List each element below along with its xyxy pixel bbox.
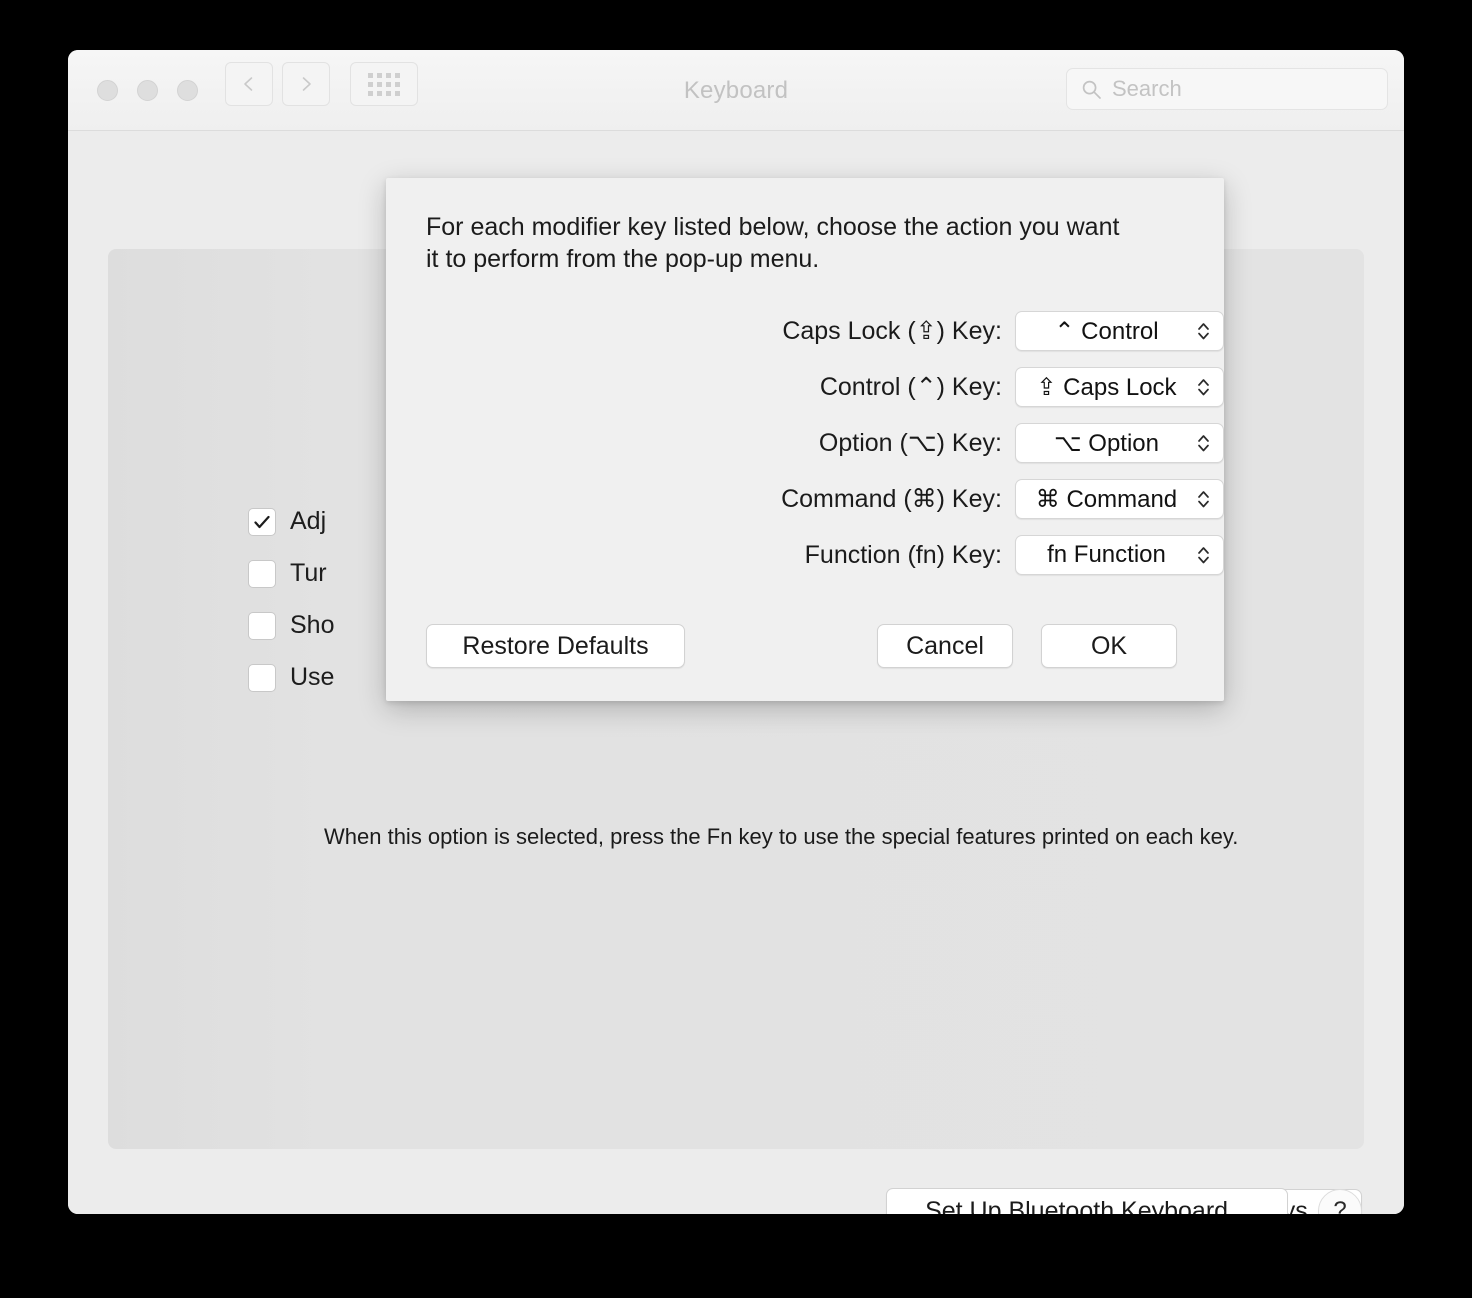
row-function-key: Function (fn) Key: fn Function xyxy=(386,527,1224,583)
dialog-description: For each modifier key listed below, choo… xyxy=(426,213,1120,273)
checkbox-label-adjust: Adj xyxy=(290,507,327,535)
search-input[interactable]: Search xyxy=(1066,68,1388,110)
checkbox-row-adjust[interactable]: Adj xyxy=(248,507,326,536)
dialog-buttons: Restore Defaults Cancel OK xyxy=(386,624,1224,668)
ok-button[interactable]: OK xyxy=(1041,624,1177,668)
checkbox-row-turn[interactable]: Tur xyxy=(248,559,327,588)
popup-option-key[interactable]: ⌥ Option xyxy=(1014,423,1224,463)
popup-value-function-key: fn Function xyxy=(1047,541,1166,568)
label-option-key: Option (⌥) Key: xyxy=(818,429,1002,457)
popup-value-option-key: ⌥ Option xyxy=(1053,429,1159,457)
label-caps-lock-key: Caps Lock (⇪) Key: xyxy=(782,317,1002,345)
checkbox-use[interactable] xyxy=(248,663,276,692)
row-command-key: Command (⌘) Key: ⌘ Command xyxy=(386,471,1224,527)
chevron-updown-icon xyxy=(1196,487,1211,511)
search-icon xyxy=(1081,79,1102,100)
checkbox-show[interactable] xyxy=(248,611,276,640)
popup-control-key[interactable]: ⇪ Caps Lock xyxy=(1014,367,1224,407)
popup-value-caps-lock-key: ⌃ Control xyxy=(1054,317,1159,345)
search-placeholder: Search xyxy=(1112,76,1182,101)
popup-caps-lock-key[interactable]: ⌃ Control xyxy=(1014,311,1224,351)
chevron-updown-icon xyxy=(1196,543,1211,567)
checkbox-turn[interactable] xyxy=(248,559,276,588)
label-control-key: Control (⌃) Key: xyxy=(819,373,1002,401)
chevron-updown-icon xyxy=(1196,431,1211,455)
restore-defaults-button[interactable]: Restore Defaults xyxy=(426,624,685,668)
checkbox-adjust[interactable] xyxy=(248,507,276,536)
cancel-button[interactable]: Cancel xyxy=(877,624,1013,668)
keyboard-preferences-window: Keyboard Search Adj Tur Sho Use When thi… xyxy=(68,50,1404,1214)
popup-command-key[interactable]: ⌘ Command xyxy=(1014,479,1224,519)
row-control-key: Control (⌃) Key: ⇪ Caps Lock xyxy=(386,359,1224,415)
row-caps-lock-key: Caps Lock (⇪) Key: ⌃ Control xyxy=(386,303,1224,359)
checkbox-label-show: Sho xyxy=(290,611,335,639)
popup-value-control-key: ⇪ Caps Lock xyxy=(1036,373,1177,401)
chevron-updown-icon xyxy=(1196,375,1211,399)
modifier-keys-dialog: For each modifier key listed below, choo… xyxy=(386,178,1224,701)
popup-function-key[interactable]: fn Function xyxy=(1014,535,1224,575)
checkbox-row-show[interactable]: Sho xyxy=(248,611,334,640)
window-titlebar: Keyboard Search xyxy=(68,50,1404,131)
checkbox-label-turn: Tur xyxy=(290,559,327,587)
fn-key-hint: When this option is selected, press the … xyxy=(324,824,1239,849)
label-command-key: Command (⌘) Key: xyxy=(781,485,1002,513)
popup-value-command-key: ⌘ Command xyxy=(1035,485,1178,513)
chevron-updown-icon xyxy=(1196,319,1211,343)
modifier-key-rows: Caps Lock (⇪) Key: ⌃ Control Control (⌃)… xyxy=(386,303,1224,583)
checkbox-label-use: Use xyxy=(290,663,335,691)
checkbox-row-use[interactable]: Use xyxy=(248,663,334,692)
row-option-key: Option (⌥) Key: ⌥ Option xyxy=(386,415,1224,471)
label-function-key: Function (fn) Key: xyxy=(804,540,1002,569)
setup-bluetooth-keyboard-button[interactable]: Set Up Bluetooth Keyboard... xyxy=(886,1188,1288,1214)
